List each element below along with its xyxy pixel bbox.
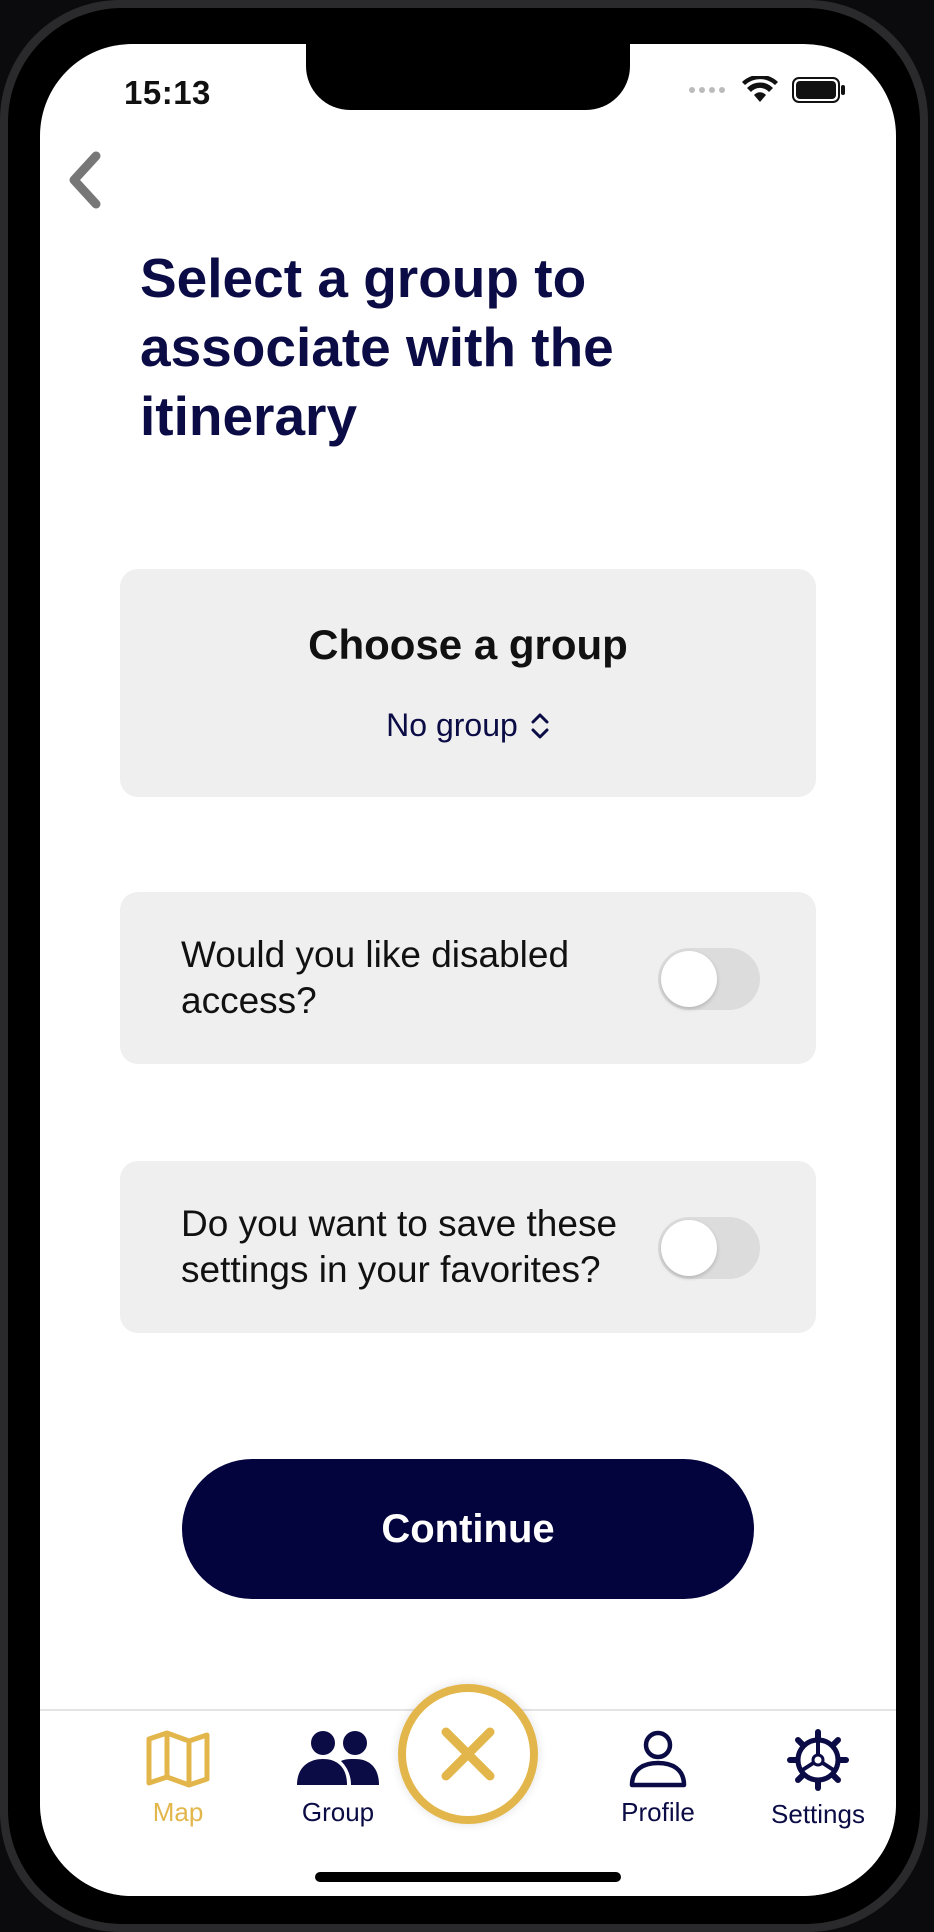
group-icon (297, 1731, 379, 1785)
close-button[interactable] (398, 1684, 538, 1824)
save-favorites-label: Do you want to save these settings in yo… (181, 1203, 618, 1290)
signal-icon (689, 87, 725, 93)
tab-profile[interactable]: Profile (598, 1711, 718, 1828)
screen: 15:13 Select a group to associate with t… (40, 44, 896, 1896)
disabled-access-label: Would you like disabled access? (181, 934, 570, 1021)
group-card-heading: Choose a group (308, 621, 628, 668)
settings-icon (787, 1729, 849, 1791)
phone-bezel: 15:13 Select a group to associate with t… (8, 8, 920, 1924)
tab-profile-label: Profile (621, 1797, 695, 1827)
tab-map[interactable]: Map (118, 1711, 238, 1828)
disabled-access-toggle[interactable] (658, 948, 760, 1010)
save-favorites-toggle[interactable] (658, 1217, 760, 1279)
group-card: Choose a group No group (120, 569, 816, 797)
toggle-knob (661, 951, 717, 1007)
page-title: Select a group to associate with the iti… (140, 247, 614, 447)
chevron-left-icon (69, 151, 101, 209)
status-icons (688, 76, 846, 104)
group-select[interactable]: No group (120, 707, 816, 744)
tab-settings[interactable]: Settings (758, 1711, 878, 1830)
disabled-access-card: Would you like disabled access? (120, 892, 816, 1064)
tab-group[interactable]: Group (278, 1711, 398, 1828)
toggle-knob (661, 1220, 717, 1276)
notch (306, 44, 630, 110)
chevron-up-down-icon (531, 713, 549, 738)
battery-icon (792, 77, 845, 103)
phone-frame: 15:13 Select a group to associate with t… (0, 0, 928, 1932)
continue-button[interactable]: Continue (182, 1459, 754, 1599)
home-indicator (315, 1872, 621, 1882)
group-select-value: No group (386, 707, 518, 743)
tab-settings-label: Settings (771, 1799, 865, 1829)
tab-group-label: Group (301, 1797, 375, 1827)
tab-map-label: Map (152, 1797, 204, 1827)
save-favorites-card: Do you want to save these settings in yo… (120, 1161, 816, 1333)
map-icon (146, 1730, 210, 1788)
profile-icon (629, 1730, 687, 1788)
close-icon (441, 1727, 495, 1781)
wifi-icon (742, 76, 778, 102)
status-time: 15:13 (124, 74, 211, 111)
back-button[interactable] (60, 144, 120, 214)
